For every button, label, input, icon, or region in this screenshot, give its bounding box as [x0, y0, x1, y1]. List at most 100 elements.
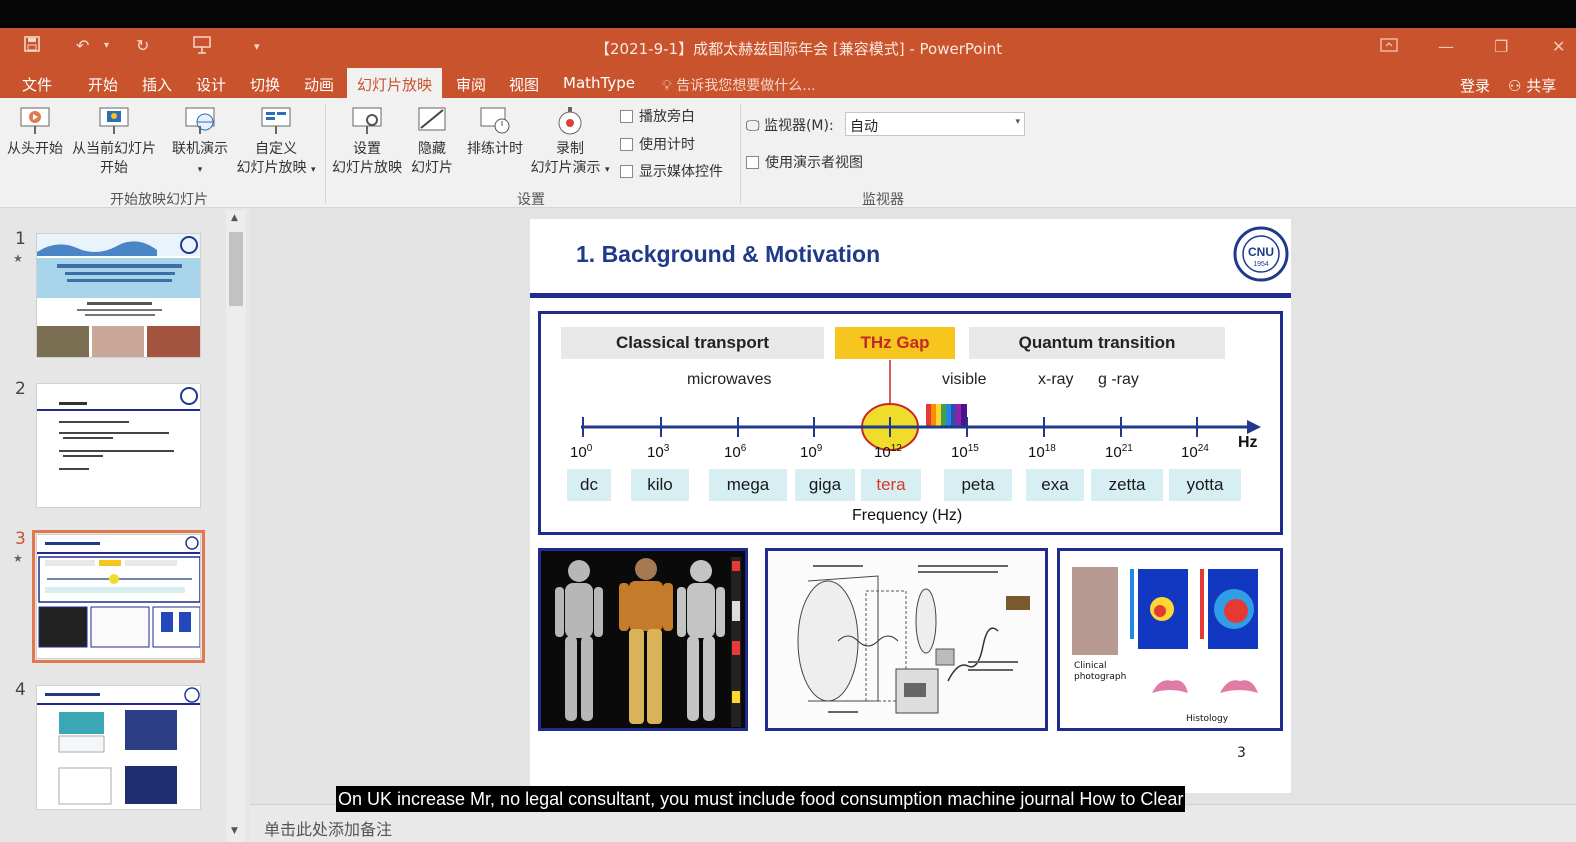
customize-qat-icon[interactable]: ▾ [254, 40, 260, 53]
hide-label-1: 隐藏 [418, 141, 446, 157]
tab-slideshow[interactable]: 幻灯片放映 [347, 68, 443, 98]
hide-slide-icon [418, 107, 446, 131]
group-label-start: 开始放映幻灯片 [110, 192, 208, 208]
ribbon-tabs: 文件 开始 插入 设计 切换 动画 幻灯片放映 审阅 视图 MathType 💡… [0, 68, 1576, 98]
rehearse-icon [480, 107, 510, 134]
slide-page-number: 3 [1237, 745, 1246, 761]
hide-slide-button[interactable]: 隐藏 幻灯片 [406, 104, 458, 178]
online-present-button[interactable]: 联机演示 ▾ [166, 104, 234, 180]
slide-thumbnail-1[interactable] [36, 233, 201, 358]
redo-icon[interactable]: ↻ [136, 36, 149, 55]
use-timings-label: 使用计时 [639, 137, 695, 153]
checkbox-box [620, 165, 633, 178]
monitor-icon: 🖵︎ [746, 118, 764, 134]
slideshow-play-icon [20, 107, 50, 134]
setup-slideshow-button[interactable]: 设置 幻灯片放映 [330, 104, 404, 178]
share-label: 共享 [1526, 77, 1557, 95]
from-current-label-2: 开始 [100, 160, 128, 176]
slide-thumbnail-2[interactable] [36, 383, 201, 508]
from-beginning-label: 从头开始 [7, 141, 63, 157]
thumb-number: 4 [15, 680, 26, 700]
group-label-setup: 设置 [517, 192, 545, 208]
tick-label: 1018 [1028, 443, 1056, 461]
share-button[interactable]: ⚇ 共享 [1508, 75, 1556, 96]
login-button[interactable]: 登录 [1460, 75, 1490, 96]
scroll-up-icon[interactable]: ▲ [231, 213, 238, 223]
prefix-giga: giga [795, 469, 855, 501]
maximize-icon[interactable]: ❐ [1494, 37, 1508, 56]
tab-file[interactable]: 文件 [22, 74, 52, 95]
axis-arrow-icon [1247, 420, 1261, 434]
online-present-label: 联机演示 [172, 141, 228, 157]
ribbon-display-icon[interactable] [1380, 37, 1398, 56]
tab-view[interactable]: 视图 [509, 74, 539, 95]
undo-dropdown-icon[interactable]: ▾ [104, 40, 109, 51]
record-icon [558, 107, 582, 135]
custom-label-2: 幻灯片放映 [236, 160, 307, 176]
tick-label: 109 [800, 443, 823, 461]
tick-label: 106 [724, 443, 747, 461]
scroll-down-icon[interactable]: ▼ [231, 826, 238, 836]
tab-review[interactable]: 审阅 [456, 74, 486, 95]
save-icon[interactable] [24, 36, 40, 56]
thumb-number: 2 [15, 379, 26, 399]
thumb-number: 1 [15, 229, 26, 249]
body-scanner-image [538, 548, 748, 731]
play-narration-checkbox[interactable]: 播放旁白 [620, 106, 695, 126]
chevron-down-icon: ▾ [1015, 117, 1020, 127]
monitor-select-value: 自动 [850, 119, 878, 135]
record-slideshow-button[interactable]: 录制 幻灯片演示 ▾ [528, 104, 612, 180]
prefix-mega: mega [709, 469, 787, 501]
checkbox-box [746, 156, 759, 169]
axis-unit-label: Hz [1238, 434, 1258, 451]
presenter-view-checkbox[interactable]: 使用演示者视图 [746, 152, 863, 172]
tick-label: 1024 [1181, 443, 1209, 461]
play-narration-label: 播放旁白 [639, 109, 695, 125]
animation-star-icon: ★ [13, 552, 23, 565]
tab-design[interactable]: 设计 [196, 74, 226, 95]
top-black-bar [0, 0, 1576, 28]
custom-slideshow-button[interactable]: 自定义 幻灯片放映 ▾ [232, 104, 320, 180]
tab-home[interactable]: 开始 [88, 74, 118, 95]
close-icon[interactable]: ✕ [1552, 37, 1565, 56]
slide-title: 1. Background & Motivation [576, 241, 881, 267]
frequency-axis-label: Frequency (Hz) [852, 507, 963, 524]
animation-star-icon: ★ [13, 252, 23, 265]
current-slide[interactable]: 1. Background & Motivation CNU 1954 Clas… [530, 219, 1291, 793]
tick-label: 100 [570, 443, 593, 461]
thz-imaging-system-image [765, 548, 1048, 731]
scrollbar-thumb[interactable] [229, 232, 243, 306]
monitor-select[interactable]: 自动 ▾ [845, 112, 1025, 136]
use-timings-checkbox[interactable]: 使用计时 [620, 134, 695, 154]
slide-thumbnail-3[interactable] [32, 530, 205, 663]
slide-thumbnail-4[interactable] [36, 685, 201, 810]
minimize-icon[interactable]: — [1438, 37, 1454, 56]
show-media-label: 显示媒体控件 [639, 164, 723, 180]
show-media-controls-checkbox[interactable]: 显示媒体控件 [620, 161, 723, 181]
tab-animations[interactable]: 动画 [304, 74, 334, 95]
globe-present-icon [185, 107, 215, 134]
tell-me-search[interactable]: 💡︎ 告诉我您想要做什么... [662, 75, 816, 95]
tab-mathtype[interactable]: MathType [563, 74, 635, 92]
group-label-monitor: 监视器 [862, 192, 904, 208]
thumbnail-scrollbar[interactable]: ▲ ▼ [226, 210, 246, 842]
subtitle-caption: On UK increase Mr, no legal consultant, … [336, 786, 1186, 812]
from-beginning-button[interactable]: 从头开始 [4, 104, 66, 159]
undo-icon[interactable]: ↶ [76, 36, 89, 55]
clinical-photograph-label: Clinical photograph [1074, 661, 1127, 682]
record-dropdown-icon: ▾ [604, 165, 610, 175]
slide-thumbnail-pane: 1 ★ 2 3 ★ 4 [0, 208, 250, 842]
tab-insert[interactable]: 插入 [142, 74, 172, 95]
svg-text:1954: 1954 [1253, 261, 1269, 268]
setup-slideshow-icon [352, 107, 382, 134]
title-bar: ↶ ▾ ↻ ▾ 【2021-9-1】成都太赫兹国际年会 [兼容模式] - Pow… [0, 28, 1576, 68]
present-icon[interactable] [192, 36, 212, 58]
thumb-number: 3 [15, 529, 26, 549]
visible-spectrum-swatch [926, 404, 967, 428]
prefix-tera: tera [861, 469, 921, 501]
prefix-yotta: yotta [1169, 469, 1241, 501]
rehearse-timings-button[interactable]: 排练计时 [462, 104, 528, 159]
tick-label: 1012 [874, 443, 902, 461]
tab-transitions[interactable]: 切换 [250, 74, 280, 95]
from-current-button[interactable]: 从当前幻灯片 开始 [68, 104, 160, 178]
